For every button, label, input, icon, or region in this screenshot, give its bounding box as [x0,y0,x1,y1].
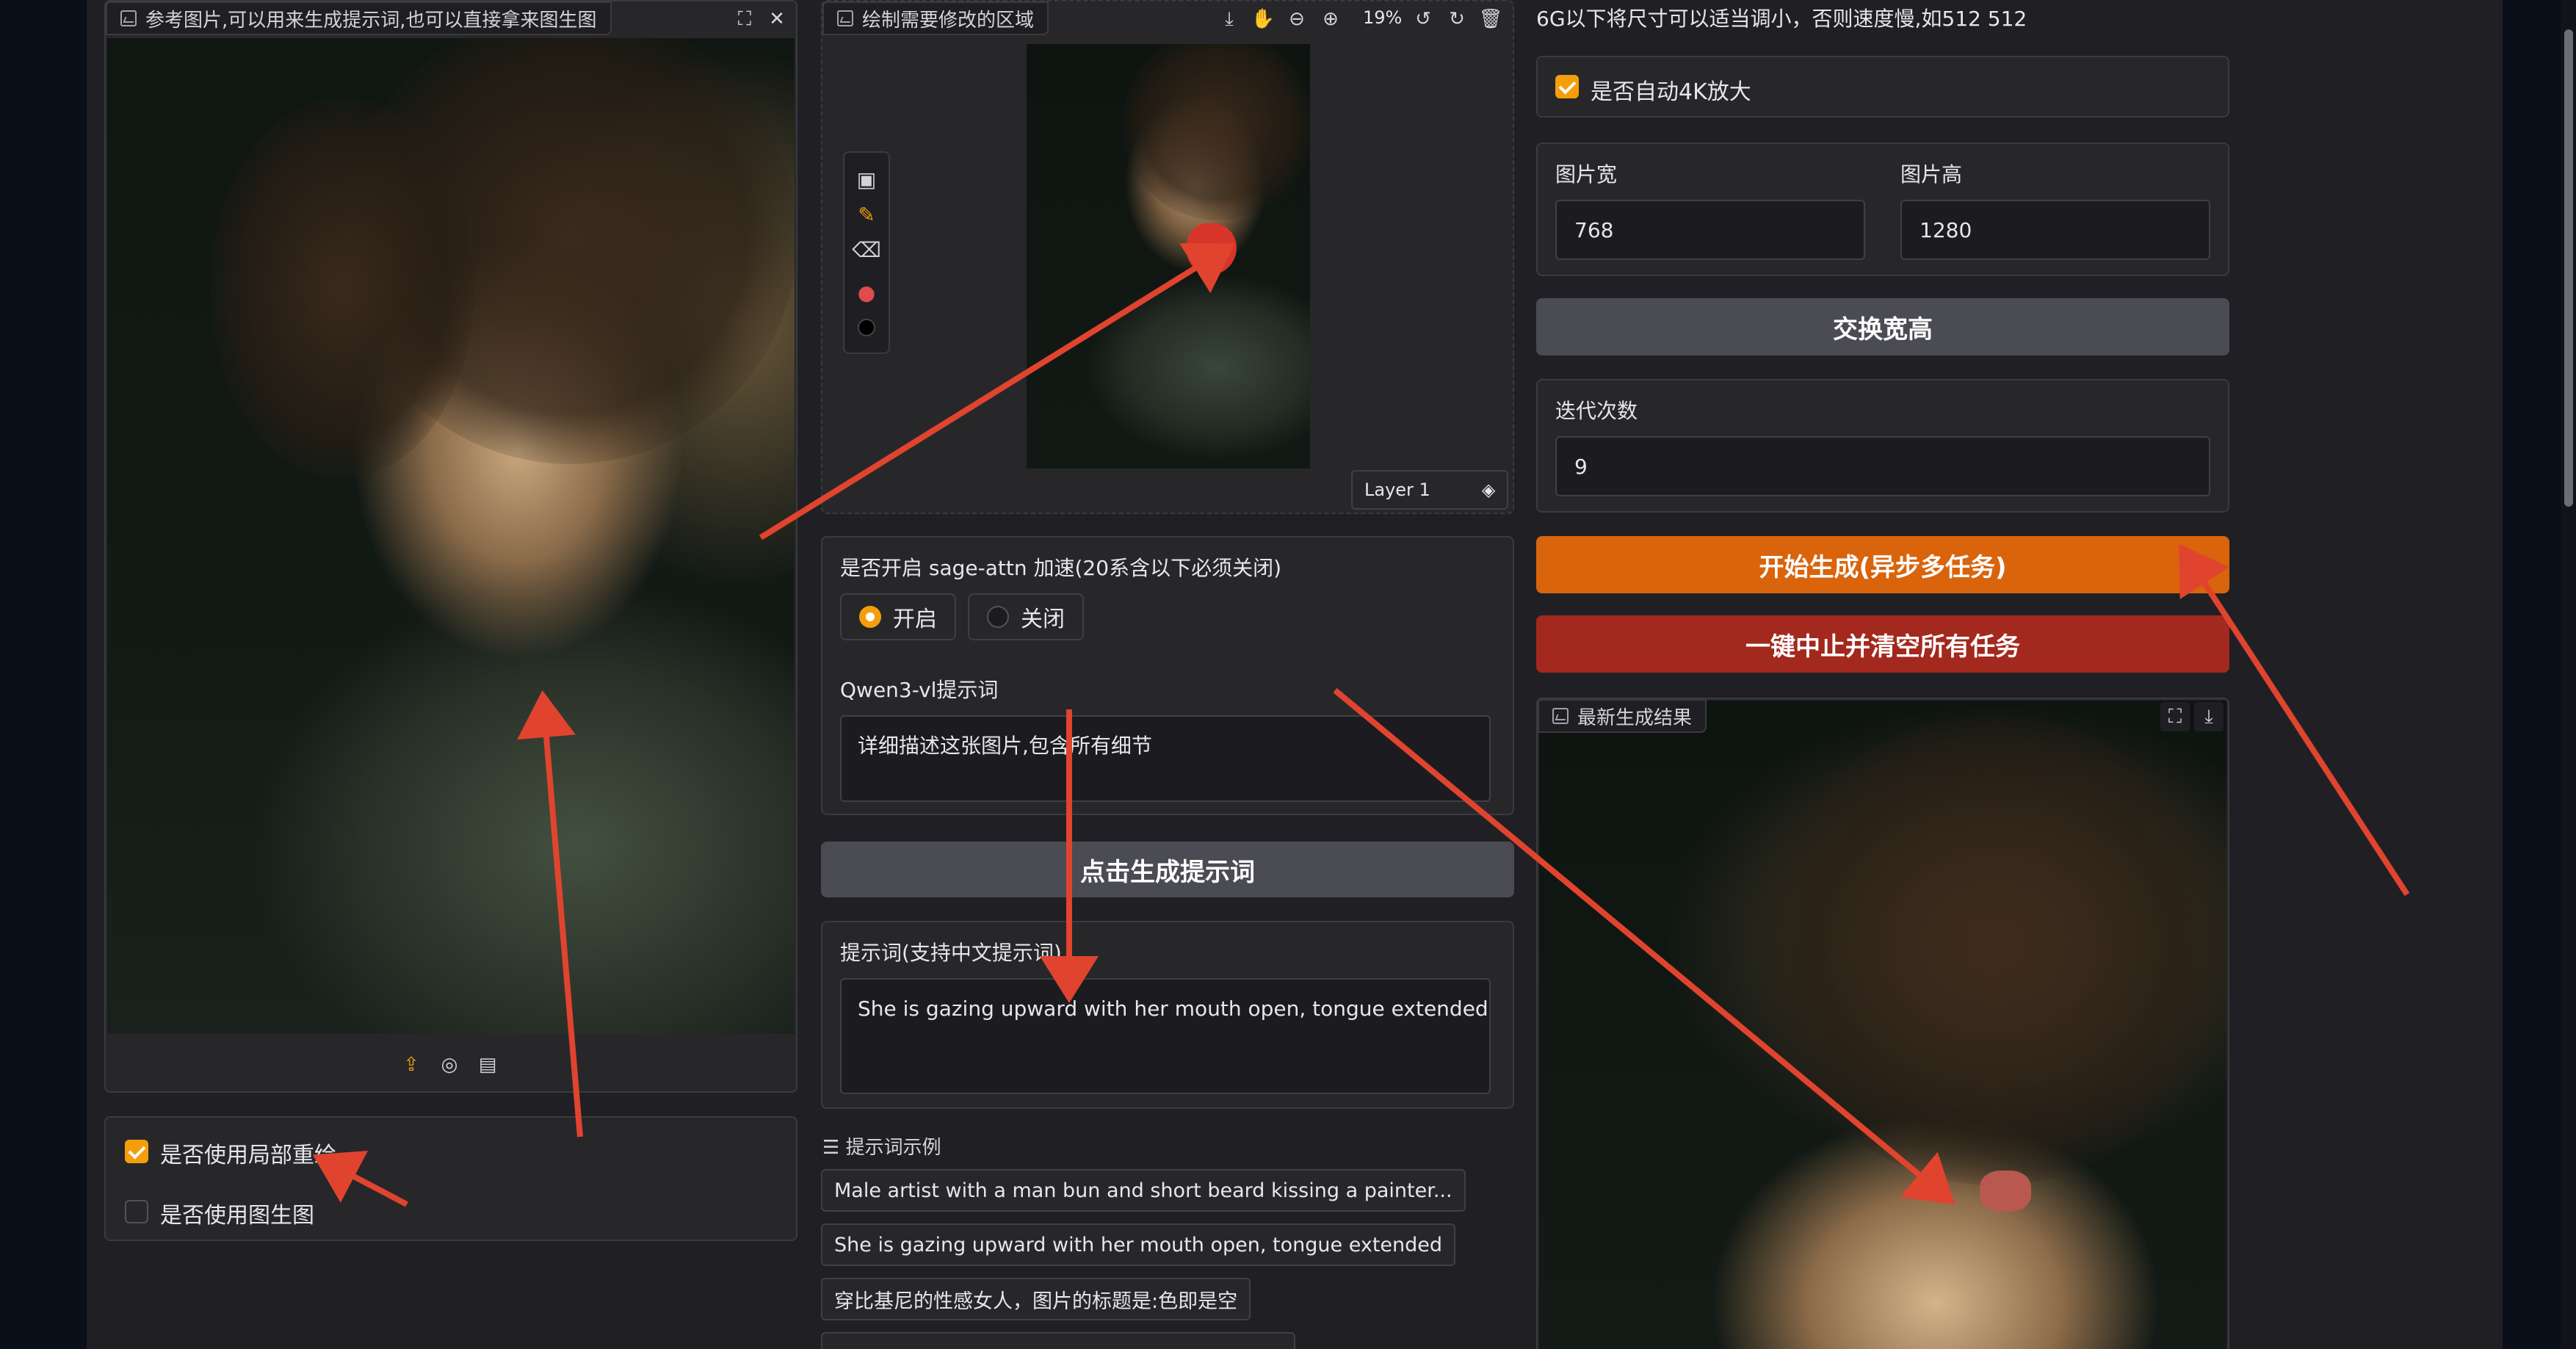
examples-heading-text: 提示词示例 [845,1137,941,1159]
size-note: 6G以下将尺寸可以适当调小，否则速度慢,如512 512 [1536,7,2027,31]
reference-image-label: 参考图片,可以用来生成提示词,也可以直接拿来图生图 [106,1,612,35]
example-item[interactable]: Male artist with a man bun and short bea… [821,1169,1466,1212]
mask-editor-label-text: 绘制需要修改的区域 [862,9,1035,32]
prompt-textarea[interactable]: She is gazing upward with her mouth open… [840,978,1491,1094]
sage-attn-label: 是否开启 sage-attn 加速(20系含以下必须关闭) [840,556,1281,580]
webcam-icon[interactable]: ◎ [435,1050,464,1079]
qwen-prompt-text: 详细描述这张图片,包含所有细节 [858,734,1152,758]
layers-icon: ◈ [1481,480,1496,500]
mask-editor-panel: 绘制需要修改的区域 ⤓ ✋ ⊖ ⊕ 19% ↺ ↻ 🗑 Layer 1 ◈ [821,0,1514,514]
color-swatch-icon[interactable] [844,310,889,345]
options-panel: 是否使用局部重绘 是否使用图生图 [104,1116,797,1241]
inpaint-checkbox[interactable] [125,1140,148,1163]
generate-prompt-button[interactable]: 点击生成提示词 [821,842,1514,897]
redo-icon[interactable]: ↻ [1442,4,1472,34]
mask-editor-label: 绘制需要修改的区域 [822,1,1049,35]
result-panel: 最新生成结果 ⛶ ⤓ [1536,698,2229,1349]
width-label: 图片宽 [1555,162,1618,187]
pan-icon[interactable]: ✋ [1248,4,1278,34]
zoom-in-icon[interactable]: ⊕ [1316,4,1345,34]
radio-dot [987,606,1009,628]
layer-selector[interactable]: Layer 1 ◈ [1351,470,1509,510]
sage-attn-on-option[interactable]: 开启 [840,593,956,640]
brush-icon[interactable]: ✎ [844,197,889,232]
img2img-checkbox[interactable] [125,1200,148,1223]
example-item-partial[interactable] [821,1332,1295,1349]
hair-shape [1759,715,2226,1185]
example-item[interactable]: She is gazing upward with her mouth open… [821,1223,1456,1266]
width-value: 768 [1574,217,1614,242]
steps-panel: 迭代次数 9 [1536,379,2229,513]
fullscreen-icon[interactable]: ⛶ [2160,702,2190,731]
upload-icon[interactable]: ⇪ [397,1050,426,1079]
steps-value: 9 [1574,454,1588,479]
reference-image-panel: 参考图片,可以用来生成提示词,也可以直接拿来图生图 ⛶ ✕ ⇪ ◎ ▤ [104,0,797,1093]
prompt-panel: 提示词(支持中文提示词) She is gazing upward with h… [821,921,1514,1109]
result-image[interactable] [1539,701,2226,1349]
height-value: 1280 [1920,217,1972,242]
example-item[interactable]: 穿比基尼的性感女人，图片的标题是:色即是空 [821,1278,1251,1320]
start-generation-button[interactable]: 开始生成(异步多任务) [1536,536,2229,593]
steps-input[interactable]: 9 [1555,436,2210,496]
mask-canvas-image[interactable] [1027,44,1310,469]
example-text: 穿比基尼的性感女人，图片的标题是:色即是空 [834,1290,1238,1313]
result-label-text: 最新生成结果 [1577,706,1693,729]
download-icon[interactable]: ⤓ [1215,4,1244,34]
prompt-text: She is gazing upward with her mouth open… [858,997,1488,1021]
steps-label: 迭代次数 [1555,399,1638,423]
fullscreen-icon[interactable]: ⛶ [730,4,759,34]
undo-icon[interactable]: ↺ [1408,4,1438,34]
height-label: 图片高 [1900,162,1963,187]
auto-4k-checkbox[interactable] [1555,75,1579,98]
hair-shape [1122,44,1310,220]
download-icon[interactable]: ⤓ [2194,702,2224,731]
scrollbar-thumb[interactable] [2564,29,2573,507]
sage-attn-on-label: 开启 [893,607,937,632]
width-input[interactable]: 768 [1555,200,1865,260]
image-icon[interactable]: ▣ [844,162,889,197]
sage-attn-and-qwen-panel: 是否开启 sage-attn 加速(20系含以下必须关闭) 开启 关闭 Qwen… [821,536,1514,815]
zoom-level: 19% [1363,7,1403,28]
inpaint-label: 是否使用局部重绘 [160,1143,336,1168]
image-icon [120,10,137,26]
image-icon [1552,708,1569,724]
qwen-prompt-textarea[interactable]: 详细描述这张图片,包含所有细节 [840,715,1491,802]
clipboard-icon[interactable]: ▤ [473,1050,502,1079]
layer-name: Layer 1 [1364,480,1430,500]
img2img-label: 是否使用图生图 [160,1203,314,1229]
sage-attn-off-label: 关闭 [1021,607,1065,632]
close-icon[interactable]: ✕ [762,4,792,34]
example-text: Male artist with a man bun and short bea… [834,1179,1452,1202]
auto-4k-label: 是否自动4K放大 [1591,79,1751,105]
eraser-icon[interactable]: ⌫ [844,232,889,267]
example-text: She is gazing upward with her mouth open… [834,1233,1443,1256]
size-panel: 图片宽 768 图片高 1280 [1536,142,2229,276]
list-icon: ☰ [822,1137,846,1159]
reference-image-label-text: 参考图片,可以用来生成提示词,也可以直接拿来图生图 [145,9,597,32]
result-mouth [1980,1171,2031,1212]
qwen-prompt-label: Qwen3-vl提示词 [840,678,999,702]
hair-shape-left [210,97,474,479]
result-label: 最新生成结果 [1538,699,1707,733]
examples-heading: ☰ 提示词示例 [822,1132,941,1160]
reference-image[interactable] [107,38,795,1034]
palette-icon[interactable]: ● [844,275,889,310]
mask-stroke [1187,223,1237,275]
prompt-label: 提示词(支持中文提示词) [840,941,1062,965]
zoom-out-icon[interactable]: ⊖ [1282,4,1311,34]
swap-size-button[interactable]: 交换宽高 [1536,298,2229,355]
height-input[interactable]: 1280 [1900,200,2210,260]
radio-dot [859,606,881,628]
editor-toolbar: ▣ ✎ ⌫ ● [843,151,890,354]
stop-all-button[interactable]: 一键中止并清空所有任务 [1536,615,2229,673]
auto-4k-panel: 是否自动4K放大 [1536,56,2229,117]
image-icon [837,10,853,26]
sage-attn-off-option[interactable]: 关闭 [968,593,1084,640]
delete-icon[interactable]: 🗑 [1476,4,1505,34]
